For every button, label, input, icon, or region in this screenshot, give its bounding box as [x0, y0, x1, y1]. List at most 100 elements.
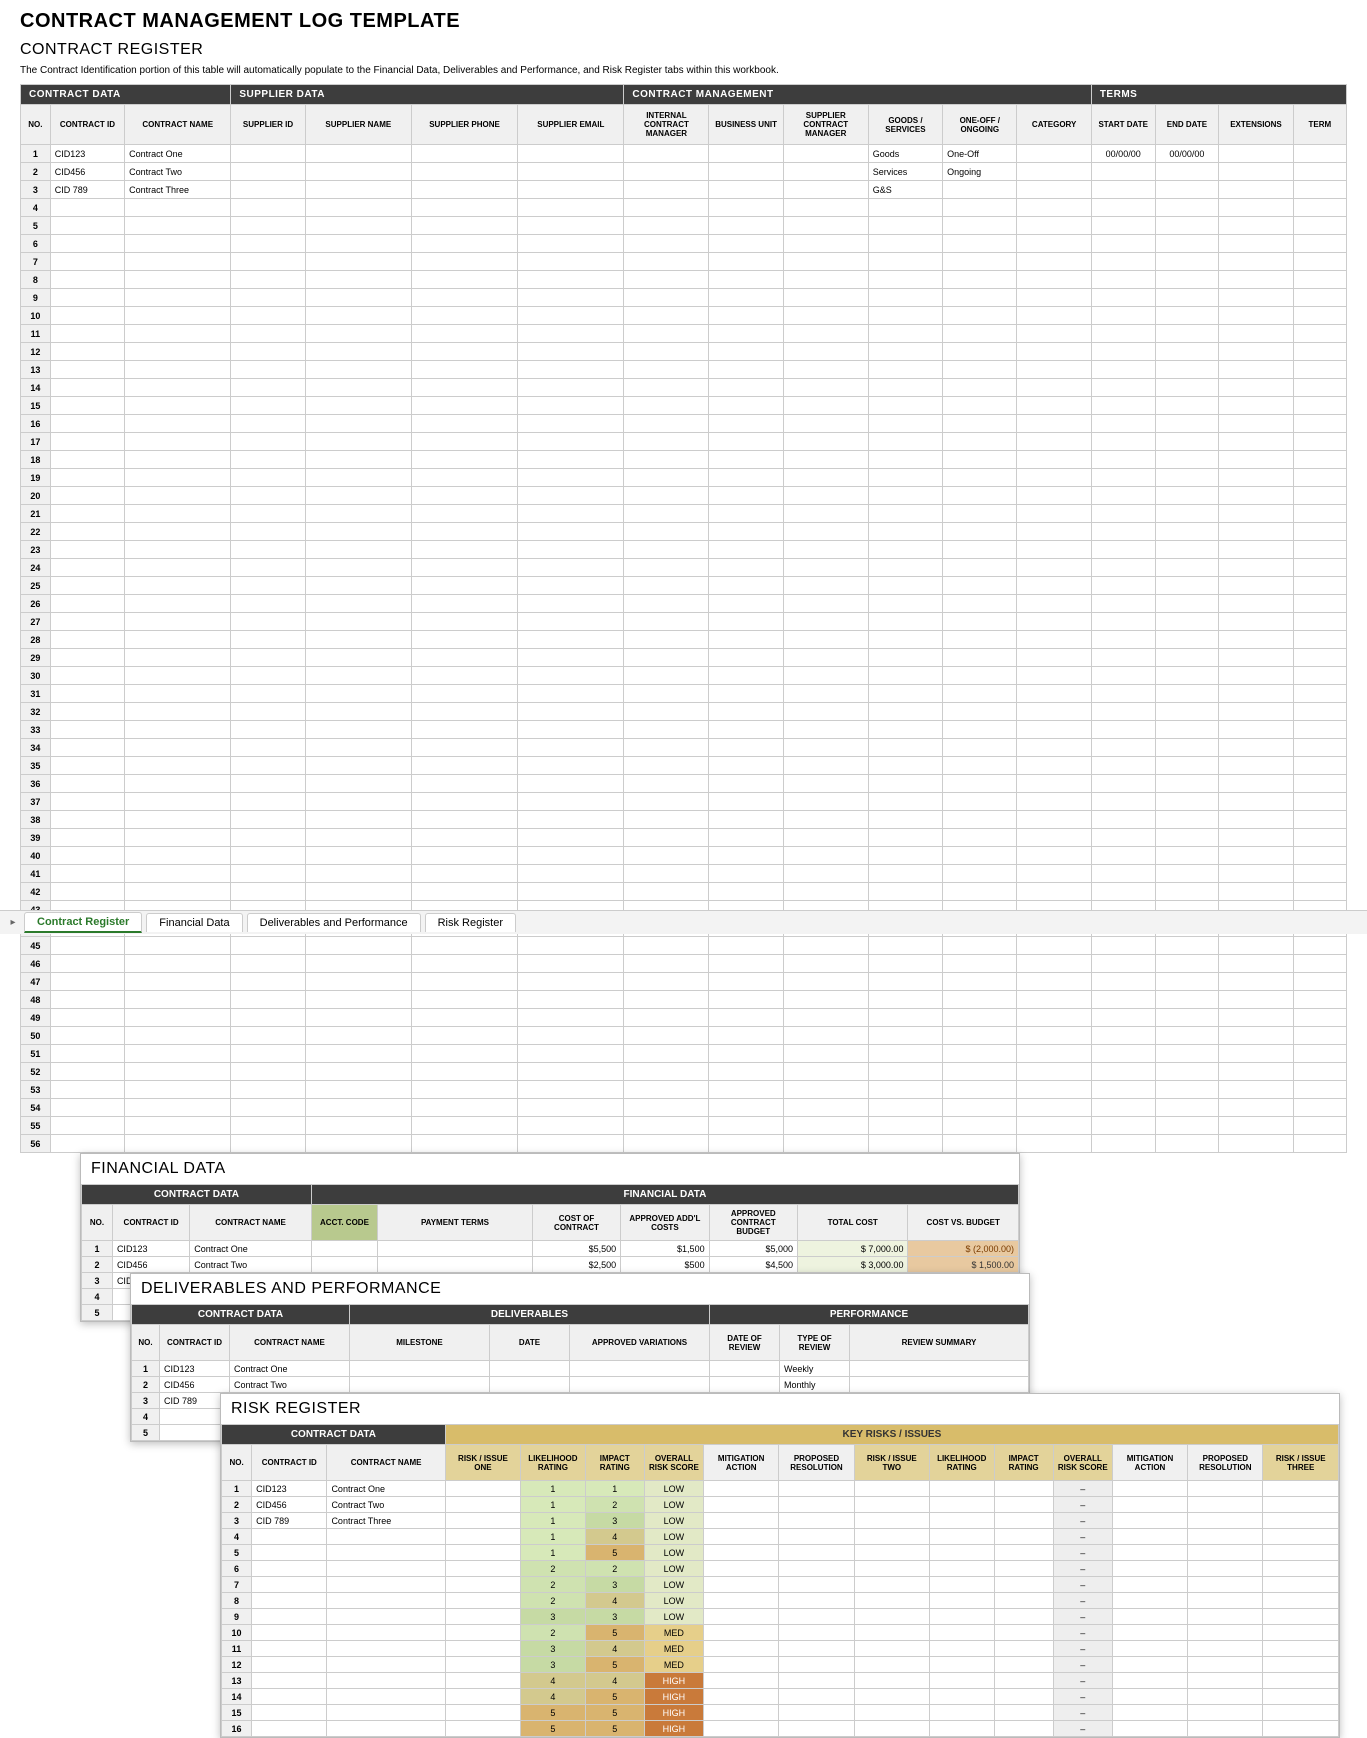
cell-lr2[interactable]: [929, 1689, 994, 1705]
cell-gs[interactable]: [868, 739, 942, 757]
cell-cid[interactable]: [252, 1705, 327, 1721]
cell-sphone[interactable]: [411, 253, 517, 271]
cell-cid[interactable]: [252, 1721, 327, 1737]
cell-bu[interactable]: [709, 217, 783, 235]
cell-cid[interactable]: CID456: [160, 1377, 230, 1393]
cell-term[interactable]: [1293, 937, 1346, 955]
cell-scm[interactable]: [783, 253, 868, 271]
cell-cname[interactable]: [327, 1721, 445, 1737]
cell-cid[interactable]: [50, 559, 124, 577]
cell-addl[interactable]: $1,500: [621, 1241, 709, 1257]
cell-cid[interactable]: [50, 973, 124, 991]
cell-cid[interactable]: [50, 1009, 124, 1027]
cell-scm[interactable]: [783, 973, 868, 991]
cell-pr[interactable]: [779, 1625, 854, 1641]
cell-ir2[interactable]: [994, 1641, 1053, 1657]
table-row[interactable]: 36: [21, 775, 1347, 793]
cell-semail[interactable]: [518, 775, 624, 793]
cell-gs[interactable]: [868, 793, 942, 811]
table-row[interactable]: 27: [21, 613, 1347, 631]
tab-financial-data[interactable]: Financial Data: [146, 913, 242, 932]
cell-icm[interactable]: [624, 703, 709, 721]
cell-bu[interactable]: [709, 757, 783, 775]
cell-scm[interactable]: [783, 433, 868, 451]
cell-ors[interactable]: LOW: [644, 1481, 703, 1497]
cell-ors2[interactable]: –: [1053, 1673, 1112, 1689]
cell-gs[interactable]: [868, 325, 942, 343]
cell-sid[interactable]: [231, 955, 305, 973]
cell-semail[interactable]: [518, 937, 624, 955]
cell-ext[interactable]: [1219, 973, 1293, 991]
cell-ri2[interactable]: [854, 1609, 929, 1625]
cell-oo[interactable]: [943, 253, 1017, 271]
table-row[interactable]: 9: [21, 289, 1347, 307]
table-row[interactable]: 29: [21, 649, 1347, 667]
cell-scm[interactable]: [783, 397, 868, 415]
cell-oo[interactable]: [943, 523, 1017, 541]
cell-cname[interactable]: [125, 451, 231, 469]
cell-oo[interactable]: [943, 1027, 1017, 1045]
cell-gs[interactable]: [868, 487, 942, 505]
cell-ors2[interactable]: –: [1053, 1641, 1112, 1657]
cell-ors2[interactable]: –: [1053, 1721, 1112, 1737]
cell-sid[interactable]: [231, 991, 305, 1009]
table-row[interactable]: 50: [21, 1027, 1347, 1045]
cell-sphone[interactable]: [411, 397, 517, 415]
cell-cid[interactable]: CID123: [252, 1481, 327, 1497]
cell-cname[interactable]: [327, 1689, 445, 1705]
cell-sname[interactable]: [305, 847, 411, 865]
cell-cname[interactable]: [125, 253, 231, 271]
cell-gs[interactable]: [868, 541, 942, 559]
cell-cname[interactable]: [125, 1045, 231, 1063]
table-row[interactable]: 16: [21, 415, 1347, 433]
cell-oo[interactable]: Ongoing: [943, 163, 1017, 181]
cell-scm[interactable]: [783, 883, 868, 901]
cell-semail[interactable]: [518, 649, 624, 667]
cell-ma[interactable]: [704, 1657, 779, 1673]
cell-ma[interactable]: [704, 1545, 779, 1561]
cell-gs[interactable]: [868, 631, 942, 649]
cell-sdate[interactable]: [1091, 325, 1155, 343]
cell-cid[interactable]: CID 789: [160, 1393, 230, 1409]
cell-edate[interactable]: [1155, 217, 1219, 235]
cell-pr2[interactable]: [1188, 1497, 1263, 1513]
cell-term[interactable]: [1293, 145, 1346, 163]
cell-sphone[interactable]: [411, 433, 517, 451]
table-row[interactable]: 41: [21, 865, 1347, 883]
cell-sphone[interactable]: [411, 811, 517, 829]
cell-ri3[interactable]: [1263, 1529, 1339, 1545]
cell-term[interactable]: [1293, 235, 1346, 253]
cell-cid[interactable]: [252, 1593, 327, 1609]
cell-gs[interactable]: [868, 883, 942, 901]
cell-sname[interactable]: [305, 955, 411, 973]
cell-ir[interactable]: 2: [585, 1561, 644, 1577]
cell-sdate[interactable]: [1091, 415, 1155, 433]
cell-sname[interactable]: [305, 1063, 411, 1081]
cell-bu[interactable]: [709, 649, 783, 667]
cell-acb[interactable]: $4,500: [709, 1257, 797, 1273]
cell-ir[interactable]: 5: [585, 1657, 644, 1673]
cell-acct[interactable]: [311, 1241, 377, 1257]
cell-ors[interactable]: LOW: [644, 1497, 703, 1513]
cell-pr2[interactable]: [1188, 1593, 1263, 1609]
cell-term[interactable]: [1293, 181, 1346, 199]
cell-gs[interactable]: [868, 847, 942, 865]
cell-semail[interactable]: [518, 793, 624, 811]
cell-edate[interactable]: [1155, 1045, 1219, 1063]
cell-cname[interactable]: [125, 991, 231, 1009]
cell-lr2[interactable]: [929, 1513, 994, 1529]
cell-ma[interactable]: [704, 1497, 779, 1513]
cell-ma2[interactable]: [1112, 1593, 1187, 1609]
cell-lr[interactable]: 2: [521, 1625, 586, 1641]
cell-term[interactable]: [1293, 415, 1346, 433]
cell-lr2[interactable]: [929, 1673, 994, 1689]
cell-sdate[interactable]: [1091, 559, 1155, 577]
cell-edate[interactable]: [1155, 307, 1219, 325]
cell-ors2[interactable]: –: [1053, 1561, 1112, 1577]
cell-oo[interactable]: [943, 415, 1017, 433]
cell-sname[interactable]: [305, 253, 411, 271]
cell-scm[interactable]: [783, 505, 868, 523]
cell-semail[interactable]: [518, 685, 624, 703]
cell-ir[interactable]: 4: [585, 1673, 644, 1689]
cell-oo[interactable]: [943, 649, 1017, 667]
